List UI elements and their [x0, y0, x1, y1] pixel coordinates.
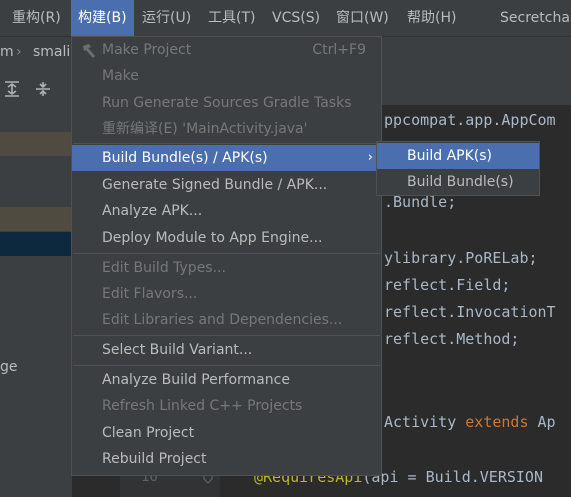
menu-item-deploy-module[interactable]: Deploy Module to App Engine...: [72, 225, 381, 251]
code-line: reflect.InvocationT: [384, 303, 556, 321]
code-line: reflect.Method;: [384, 330, 520, 348]
menu-separator: [73, 143, 380, 144]
tree-row-highlight[interactable]: [0, 132, 72, 156]
menu-tools[interactable]: 工具(T): [208, 0, 255, 36]
menu-bar: 重构(R) 构建(B) 运行(U) 工具(T) VCS(S) 窗口(W) 帮助(…: [0, 0, 571, 36]
tree-row-highlight[interactable]: [0, 207, 72, 231]
submenu-item-build-bundles[interactable]: Build Bundle(s): [377, 169, 539, 195]
editor-tab-strip: [382, 71, 571, 105]
menu-item-select-build-variant[interactable]: Select Build Variant...: [72, 337, 381, 363]
menu-window[interactable]: 窗口(W): [336, 0, 389, 36]
menu-item-make: Make: [102, 68, 139, 84]
menu-item-recompile: 重新编译(E) 'MainActivity.java': [102, 121, 308, 137]
menu-separator: [73, 335, 380, 336]
menu-item-analyze-build-performance[interactable]: Analyze Build Performance: [72, 367, 381, 393]
menu-item-clean-project[interactable]: Clean Project: [72, 420, 381, 446]
collapse-all-icon[interactable]: [34, 80, 52, 98]
project-panel: ge: [0, 105, 72, 497]
window-title: Secretcha: [500, 10, 570, 26]
breadcrumb-item[interactable]: m: [0, 44, 14, 60]
tree-item-label[interactable]: ge: [0, 359, 18, 375]
menu-separator: [73, 365, 380, 366]
build-apks-submenu: Build APK(s) Build Bundle(s): [376, 141, 540, 196]
menu-item-generate-signed[interactable]: Generate Signed Bundle / APK...: [72, 172, 381, 198]
shortcut-label: Ctrl+F9: [312, 42, 366, 58]
project-toolbar: [0, 71, 72, 105]
menu-run[interactable]: 运行(U): [142, 0, 191, 36]
menu-item-rebuild-project[interactable]: Rebuild Project: [72, 446, 381, 472]
expand-all-icon[interactable]: [3, 80, 21, 98]
menu-item-edit-flavors: Edit Flavors...: [102, 286, 198, 302]
menu-item-edit-libraries: Edit Libraries and Dependencies...: [102, 312, 343, 328]
breadcrumb-separator: ›: [16, 44, 22, 60]
menu-item-run-generate-sources: Run Generate Sources Gradle Tasks: [102, 95, 352, 111]
menu-separator: [73, 253, 380, 254]
tree-row-selected[interactable]: [0, 232, 72, 256]
code-line: Activity extends Ap: [384, 413, 556, 431]
menu-item-refresh-cpp: Refresh Linked C++ Projects: [102, 398, 303, 414]
submenu-item-build-apks[interactable]: Build APK(s): [377, 143, 539, 169]
menu-vcs[interactable]: VCS(S): [272, 0, 320, 36]
code-line: reflect.Field;: [384, 276, 511, 294]
code-line: ppcompat.app.AppCom: [384, 111, 556, 129]
breadcrumb-item[interactable]: smali: [33, 44, 70, 60]
menu-help[interactable]: 帮助(H): [407, 0, 456, 36]
menu-build[interactable]: 构建(B): [71, 0, 134, 36]
menu-item-make-project: Make Project Ctrl+F9: [72, 37, 381, 63]
menu-item-analyze-apk[interactable]: Analyze APK...: [72, 198, 381, 224]
menu-refactor[interactable]: 重构(R): [12, 0, 61, 36]
menu-item-build-bundles-apks[interactable]: Build Bundle(s) / APK(s) ›: [72, 145, 381, 171]
menu-item-edit-build-types: Edit Build Types...: [102, 260, 226, 276]
build-menu-dropdown: Make Project Ctrl+F9 Make Run Generate S…: [71, 36, 382, 476]
chevron-right-icon: ›: [367, 150, 373, 165]
code-line: ylibrary.PoRELab;: [384, 249, 538, 267]
